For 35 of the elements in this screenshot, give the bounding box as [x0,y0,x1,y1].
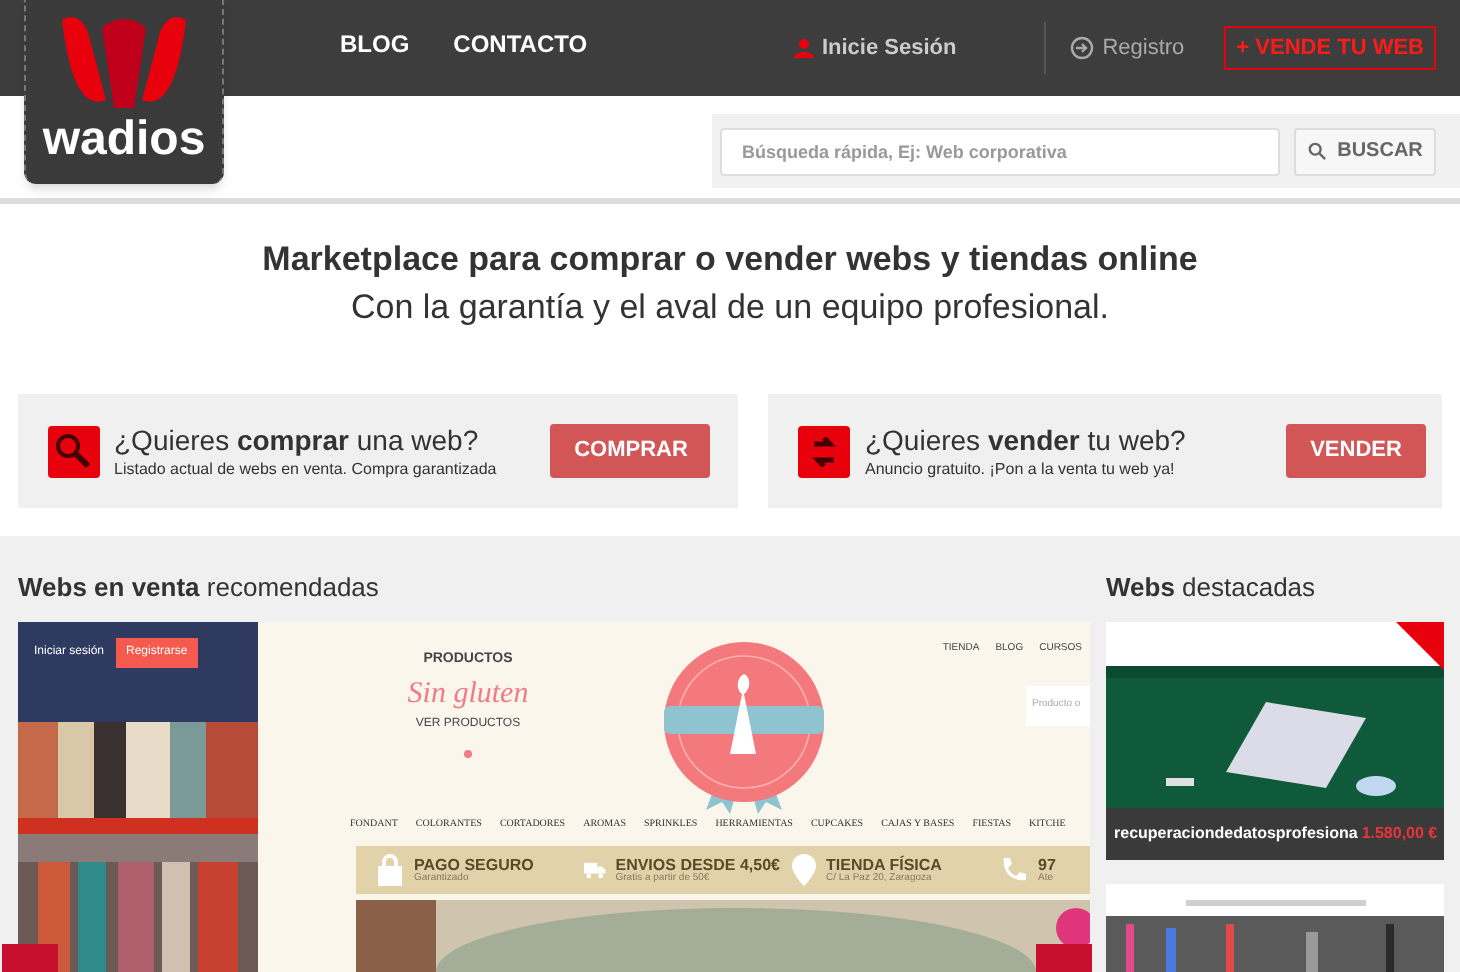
card-title: ¿Quieres vender tu web? [864,421,1188,457]
featured-price: 1.580,00 € [1361,822,1438,846]
nav-link[interactable]: BLOG [340,25,410,61]
featured-site-name[interactable]: recuperaciondedatosprofesiona [1114,822,1358,846]
section-heading: Webs destacadas [1106,570,1316,606]
logo-text: wadios [42,116,206,164]
section-heading: Webs en venta recomendadas [18,570,381,606]
logo[interactable]: wadios [24,0,224,184]
feature-title: TIENDA FÍSICA [826,857,942,873]
sell-button[interactable]: VENDER [1286,424,1426,478]
feature-title: PAGO SEGURO [414,857,534,873]
user-icon [793,38,814,58]
search-icon [48,425,100,477]
location-pin-icon [792,854,816,886]
sign-in-icon [1070,36,1095,60]
feature-title: 97 [1038,857,1056,873]
exchange-icon [798,425,851,477]
promo-title: Sin gluten [407,675,529,713]
card-text: Listado actual de webs en venta. Compra garantizada [114,457,499,481]
login-link[interactable]: Inicie Sesión [793,31,957,65]
lock-icon [376,854,404,886]
search-icon [1307,142,1326,160]
hero-subtitle: Con la garantía y el aval de un equipo profesional. [351,286,1109,330]
buy-button[interactable]: COMPRAR [550,424,711,478]
nav-link[interactable]: CONTACTO [453,25,588,61]
card-text: Anuncio gratuito. ¡Pon a la venta tu web ya! [864,457,1177,481]
hero-title: Marketplace para comprar o vender webs y tiendas online [262,238,1198,282]
search-field[interactable]: Búsqueda rápida, Ej: Web corporativa [720,127,1280,175]
search-button[interactable]: BUSCAR [1294,127,1436,175]
register-link[interactable]: Registro [1070,31,1185,65]
website-preview[interactable] [18,622,1090,972]
shop-logo-icon [658,638,830,814]
feature-title: ENVIOS DESDE 4,50€ [615,857,780,873]
phone-icon [1000,856,1028,884]
card-title: ¿Quieres comprar una web? [114,421,481,457]
